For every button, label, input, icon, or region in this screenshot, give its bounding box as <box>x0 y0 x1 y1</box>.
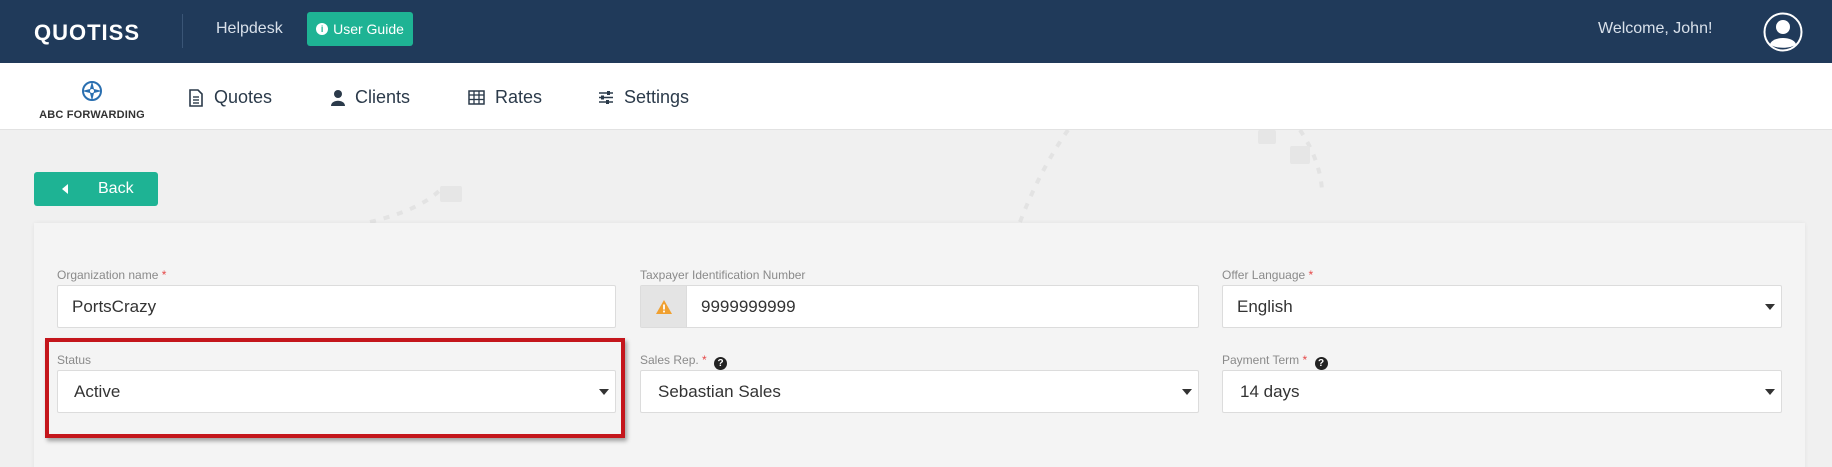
required-marker: * <box>1302 353 1308 367</box>
select-value: Sebastian Sales <box>658 381 781 401</box>
main-content: Back Organization name * PortsCrazy Taxp… <box>0 130 1832 467</box>
label-text: Status <box>57 353 92 367</box>
required-marker: * <box>702 353 707 367</box>
label-text: Organization name <box>57 268 159 282</box>
required-marker: * <box>1308 268 1314 282</box>
divider <box>182 14 183 48</box>
label-text: Offer Language <box>1222 268 1306 282</box>
nav-item-settings[interactable]: Settings <box>598 87 689 108</box>
user-icon <box>331 89 345 106</box>
nav-label: Settings <box>624 87 690 107</box>
sales-rep-select[interactable]: Sebastian Sales <box>640 370 1199 413</box>
nav-item-rates[interactable]: Rates <box>468 87 542 108</box>
input-value: 9999999999 <box>701 296 796 316</box>
nav-item-quotes[interactable]: Quotes <box>188 87 272 108</box>
warning-addon <box>641 286 687 327</box>
status-label: Status <box>57 353 91 367</box>
label-text: Payment Term <box>1222 353 1300 367</box>
input-value: PortsCrazy <box>72 296 157 316</box>
label-text: Sales Rep. <box>640 353 699 367</box>
sliders-icon <box>599 91 613 104</box>
organization-name-input[interactable]: PortsCrazy <box>57 285 616 328</box>
label-text: Taxpayer Identification Number <box>640 268 806 282</box>
nav-label: Quotes <box>214 87 273 107</box>
payment-term-label: Payment Term * ? <box>1222 353 1328 370</box>
organization-name-label: Organization name * <box>57 268 166 282</box>
caret-down-icon <box>1182 389 1192 395</box>
select-value: Active <box>74 381 121 401</box>
back-button[interactable]: Back <box>34 172 158 206</box>
caret-down-icon <box>1765 304 1775 310</box>
tax-id-label: Taxpayer Identification Number <box>640 268 805 282</box>
help-icon[interactable]: ? <box>714 357 728 370</box>
select-value: 14 days <box>1240 381 1300 401</box>
compass-icon <box>82 81 102 101</box>
caret-down-icon <box>599 389 609 395</box>
info-icon: i <box>316 23 329 35</box>
main-nav: ABC FORWARDING Quotes Clients Rates Sett… <box>0 63 1832 130</box>
company-name: ABC FORWARDING <box>39 109 145 121</box>
payment-term-select[interactable]: 14 days <box>1222 370 1782 413</box>
top-bar: QUOTISS Helpdesk i User Guide Welcome, J… <box>0 0 1832 63</box>
nav-label: Clients <box>355 87 411 107</box>
helpdesk-link[interactable]: Helpdesk <box>216 20 283 38</box>
help-icon[interactable]: ? <box>1314 357 1328 370</box>
avatar-icon[interactable] <box>1763 12 1803 52</box>
document-icon <box>189 88 203 107</box>
welcome-text: Welcome, John! <box>1598 20 1713 37</box>
status-select[interactable]: Active <box>57 370 616 413</box>
caret-left-icon <box>62 184 68 194</box>
user-guide-button[interactable]: i User Guide <box>307 12 413 46</box>
sales-rep-label: Sales Rep. * ? <box>640 353 728 370</box>
offer-language-select[interactable]: English <box>1222 285 1782 328</box>
nav-label: Rates <box>495 87 543 107</box>
offer-language-label: Offer Language * <box>1222 268 1313 282</box>
client-form-card: Organization name * PortsCrazy Taxpayer … <box>34 223 1805 467</box>
select-value: English <box>1237 296 1293 316</box>
table-icon <box>468 90 485 105</box>
company-logo[interactable]: ABC FORWARDING <box>34 80 150 121</box>
caret-down-icon <box>1765 389 1775 395</box>
tax-id-input[interactable]: 9999999999 <box>640 285 1199 328</box>
quotiss-logo[interactable]: QUOTISS <box>34 20 140 46</box>
user-guide-label: User Guide <box>333 21 404 37</box>
nav-item-clients[interactable]: Clients <box>331 87 410 108</box>
warning-icon <box>655 299 672 314</box>
required-marker: * <box>161 268 167 282</box>
back-label: Back <box>98 180 134 197</box>
